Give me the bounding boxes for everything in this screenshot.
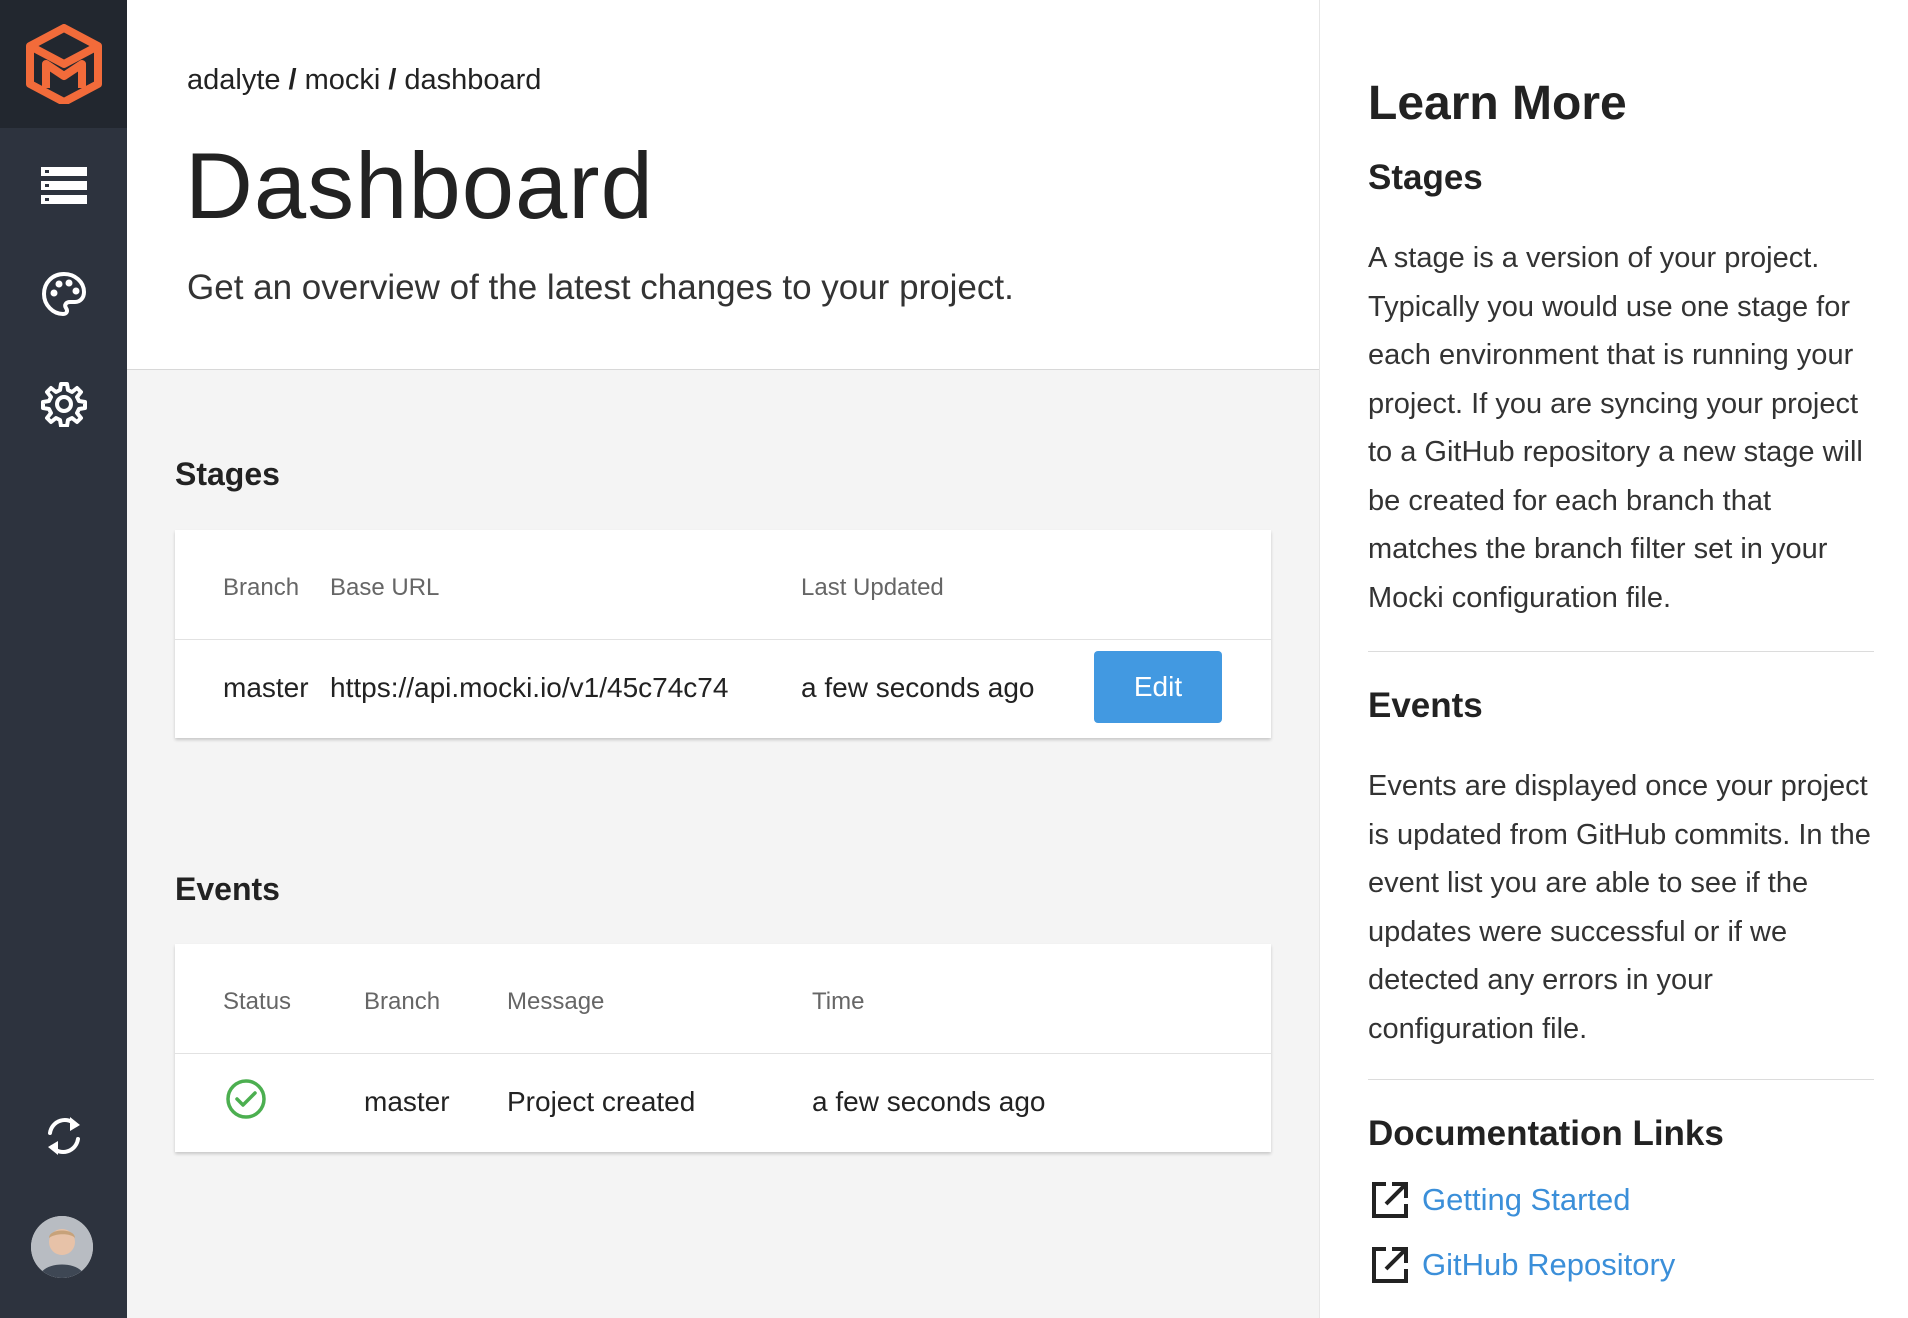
divider — [1368, 1079, 1874, 1080]
event-message: Project created — [507, 1086, 696, 1117]
nav-design[interactable] — [0, 254, 127, 334]
events-heading: Events — [1368, 686, 1483, 725]
external-link-icon — [1372, 1247, 1408, 1283]
column-branch: Branch — [364, 988, 441, 1015]
stages-description: A stage is a version of your project. Ty… — [1368, 242, 1863, 614]
status-badge — [225, 1078, 267, 1125]
github-repository-link[interactable]: GitHub Repository — [1370, 1245, 1675, 1285]
sync-button[interactable] — [0, 1096, 127, 1176]
page-subtitle: Get an overview of the latest changes to… — [187, 268, 1014, 307]
column-base-url: Base URL — [330, 574, 440, 601]
divider — [1368, 651, 1874, 652]
learn-more-panel: Learn More Stages A stage is a version o… — [1319, 0, 1908, 1318]
event-time: a few seconds ago — [812, 1086, 1046, 1117]
column-message: Message — [507, 988, 605, 1015]
breadcrumb-org[interactable]: adalyte — [187, 64, 281, 96]
stage-last-updated: a few seconds ago — [801, 672, 1035, 703]
column-time: Time — [812, 988, 865, 1015]
events-table: Status Branch Message Time master Projec… — [175, 944, 1271, 1152]
logo-icon — [25, 24, 102, 104]
sync-icon — [47, 1117, 80, 1155]
page-header: adalyte / mocki / dashboard Dashboard Get an… — [127, 0, 1319, 370]
column-status: Status — [223, 988, 292, 1015]
check-circle-icon — [226, 1079, 266, 1119]
sidebar — [0, 0, 127, 1318]
learn-more-title: Learn More — [1368, 77, 1627, 130]
breadcrumb-project[interactable]: mocki — [305, 64, 381, 96]
column-last-updated: Last Updated — [801, 574, 944, 601]
github-repository-label: GitHub Repository — [1422, 1247, 1676, 1282]
breadcrumb-page: dashboard — [404, 64, 542, 96]
table-row: master https://api.mocki.io/v1/45c74c74 … — [175, 640, 1271, 738]
breadcrumb-separator: / — [388, 64, 397, 96]
events-table-header: Status Branch Message Time — [175, 944, 1271, 1054]
nav-stages[interactable] — [0, 146, 127, 226]
logo[interactable] — [0, 0, 127, 128]
breadcrumb-separator: / — [288, 64, 297, 96]
edit-stage-button[interactable]: Edit — [1094, 651, 1222, 723]
stages-table-header: Branch Base URL Last Updated — [175, 530, 1271, 640]
user-avatar-icon — [31, 1216, 93, 1278]
getting-started-link[interactable]: Getting Started — [1370, 1180, 1631, 1220]
page-title: Dashboard — [185, 133, 654, 238]
stages-heading: Stages — [1368, 158, 1483, 197]
palette-icon — [41, 271, 86, 317]
docs-heading: Documentation Links — [1368, 1114, 1724, 1153]
stages-title: Stages — [175, 456, 280, 492]
nav-settings[interactable] — [0, 364, 127, 444]
gear-icon — [40, 382, 87, 427]
events-description: Events are displayed once your project i… — [1368, 770, 1871, 1045]
breadcrumb: adalyte / mocki / dashboard — [187, 64, 541, 97]
list-icon — [40, 167, 87, 204]
stages-table: Branch Base URL Last Updated master http… — [175, 530, 1271, 738]
getting-started-label: Getting Started — [1422, 1182, 1631, 1217]
external-link-icon — [1372, 1182, 1408, 1218]
stage-base-url: https://api.mocki.io/v1/45c74c74 — [330, 672, 729, 703]
events-title: Events — [175, 871, 280, 907]
stage-branch: master — [223, 672, 309, 703]
event-branch: master — [364, 1086, 450, 1117]
column-branch: Branch — [223, 574, 300, 601]
table-row: master Project created a few seconds ago — [175, 1054, 1271, 1152]
avatar[interactable] — [31, 1216, 93, 1278]
